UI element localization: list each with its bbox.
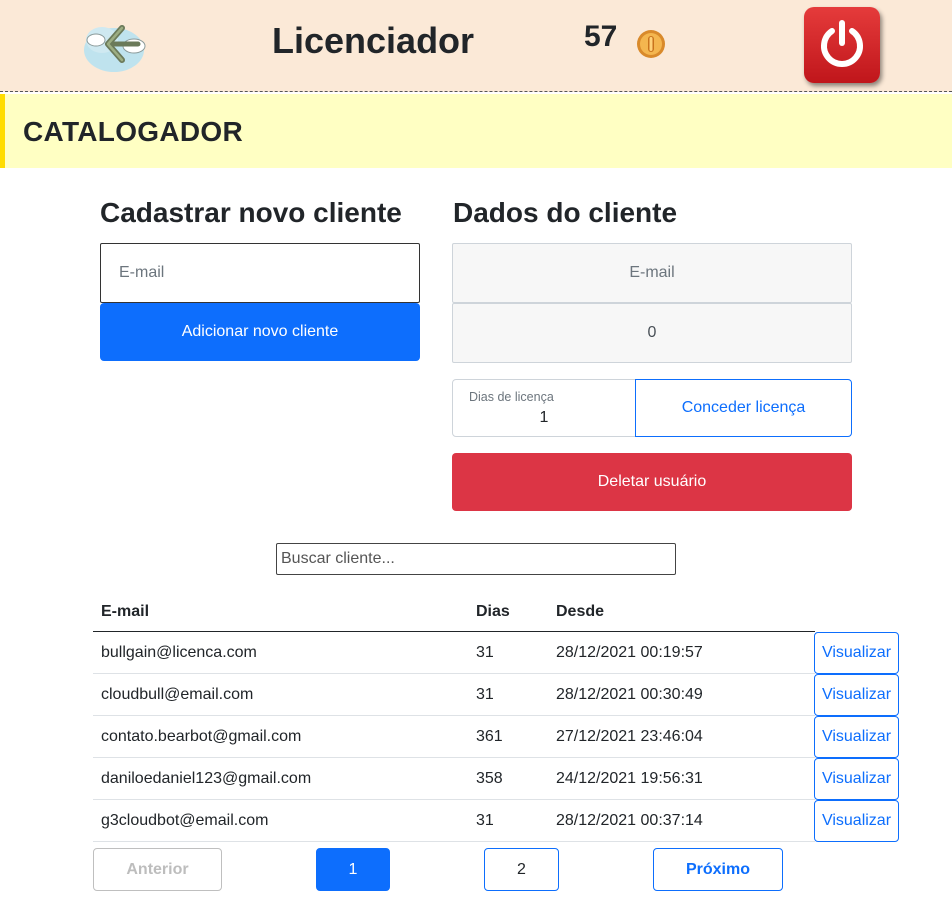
view-button[interactable]: Visualizar bbox=[814, 674, 899, 716]
row-email: cloudbull@email.com bbox=[101, 686, 254, 703]
row-email: daniloedaniel123@gmail.com bbox=[101, 770, 312, 787]
table-row: daniloedaniel123@gmail.com 358 24/12/202… bbox=[93, 758, 899, 800]
table-row: contato.bearbot@gmail.com 361 27/12/2021… bbox=[93, 716, 899, 758]
client-email-field: E-mail bbox=[452, 243, 852, 303]
row-since: 28/12/2021 00:30:49 bbox=[556, 686, 703, 703]
coin-balance: 57 bbox=[584, 20, 618, 53]
new-client-email-input[interactable] bbox=[100, 243, 420, 303]
row-days: 31 bbox=[476, 644, 494, 661]
table-row: bullgain@licenca.com 31 28/12/2021 00:19… bbox=[93, 632, 899, 674]
pagination-page-2[interactable]: 2 bbox=[484, 848, 559, 891]
back-arrow-cloud-icon[interactable] bbox=[78, 14, 150, 76]
row-days: 361 bbox=[476, 728, 503, 745]
delete-user-button[interactable]: Deletar usuário bbox=[452, 453, 852, 511]
license-days-value[interactable]: 1 bbox=[453, 409, 635, 427]
row-days: 358 bbox=[476, 770, 503, 787]
grant-license-button[interactable]: Conceder licença bbox=[635, 379, 852, 437]
row-email: contato.bearbot@gmail.com bbox=[101, 728, 302, 745]
row-since: 28/12/2021 00:19:57 bbox=[556, 644, 703, 661]
pagination-previous-button[interactable]: Anterior bbox=[93, 848, 222, 891]
pagination-next-button[interactable]: Próximo bbox=[653, 848, 783, 891]
top-bar: Licenciador 57 bbox=[0, 0, 952, 92]
pagination-page-1[interactable]: 1 bbox=[316, 848, 390, 891]
section-title: CATALOGADOR bbox=[23, 116, 244, 147]
row-email: bullgain@licenca.com bbox=[101, 644, 257, 661]
view-button[interactable]: Visualizar bbox=[814, 716, 899, 758]
add-client-button[interactable]: Adicionar novo cliente bbox=[100, 303, 420, 361]
client-data-heading: Dados do cliente bbox=[453, 197, 678, 228]
row-since: 27/12/2021 23:46:04 bbox=[556, 728, 703, 745]
view-button[interactable]: Visualizar bbox=[814, 632, 899, 674]
view-button[interactable]: Visualizar bbox=[814, 758, 899, 800]
row-since: 24/12/2021 19:56:31 bbox=[556, 770, 703, 787]
search-input[interactable] bbox=[276, 543, 676, 575]
power-icon bbox=[821, 20, 863, 67]
license-days-label: Dias de licença bbox=[469, 390, 554, 404]
power-button[interactable] bbox=[804, 7, 880, 83]
app-title: Licenciador bbox=[272, 20, 475, 61]
row-since: 28/12/2021 00:37:14 bbox=[556, 812, 703, 829]
table-row: cloudbull@email.com 31 28/12/2021 00:30:… bbox=[93, 674, 899, 716]
license-days-input[interactable]: Dias de licença 1 bbox=[452, 379, 636, 437]
column-header-days: Dias bbox=[476, 603, 510, 620]
coin-icon bbox=[636, 29, 666, 59]
section-banner: CATALOGADOR bbox=[0, 94, 952, 168]
row-days: 31 bbox=[476, 812, 494, 829]
row-email: g3cloudbot@email.com bbox=[101, 812, 269, 829]
column-header-email: E-mail bbox=[101, 603, 150, 620]
row-days: 31 bbox=[476, 686, 494, 703]
column-header-since: Desde bbox=[556, 603, 605, 620]
table-row: g3cloudbot@email.com 31 28/12/2021 00:37… bbox=[93, 800, 899, 842]
new-client-heading: Cadastrar novo cliente bbox=[100, 197, 402, 228]
view-button[interactable]: Visualizar bbox=[814, 800, 899, 842]
row-divider bbox=[93, 841, 815, 842]
client-days-field: 0 bbox=[452, 303, 852, 363]
